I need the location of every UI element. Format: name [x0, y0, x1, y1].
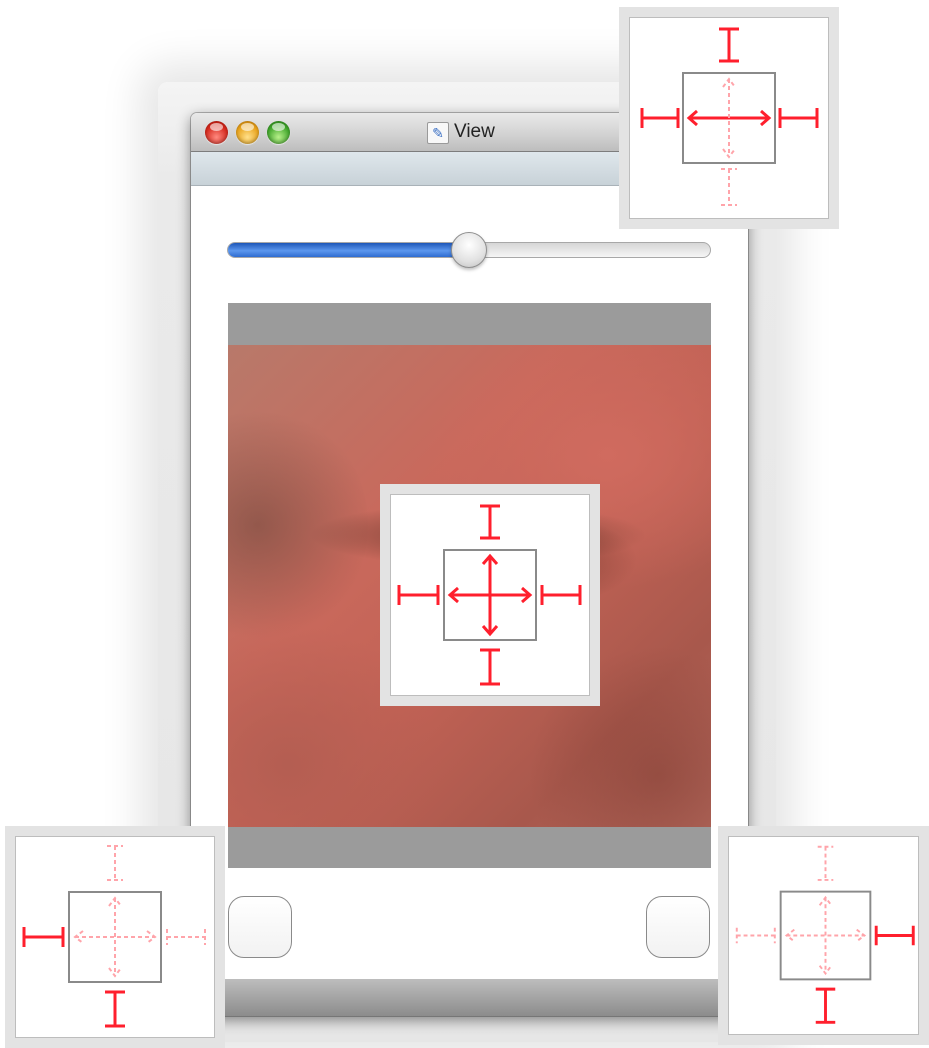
autosizing-panel-center [380, 484, 600, 706]
autosizing-panel-bottom-left [5, 826, 225, 1048]
autosizing-struts-springs-icon [22, 845, 206, 1028]
minimize-button[interactable] [236, 121, 259, 144]
autosizing-panel-top-right [619, 7, 839, 229]
window-bottom-bar [191, 979, 748, 1016]
right-rounded-button[interactable] [646, 896, 710, 958]
zoom-button[interactable] [267, 121, 290, 144]
interface-builder-document-icon: ✎ [427, 122, 449, 144]
autosizing-struts-springs-icon [640, 27, 819, 206]
left-rounded-button[interactable] [228, 896, 292, 958]
slider-knob[interactable] [451, 232, 487, 268]
close-button[interactable] [205, 121, 228, 144]
autosizing-struts-springs-icon [735, 845, 915, 1024]
slider-fill [228, 243, 470, 257]
window-title: View [454, 121, 495, 142]
autosizing-panel-bottom-right [718, 826, 929, 1045]
autosizing-struts-springs-icon [397, 504, 582, 686]
